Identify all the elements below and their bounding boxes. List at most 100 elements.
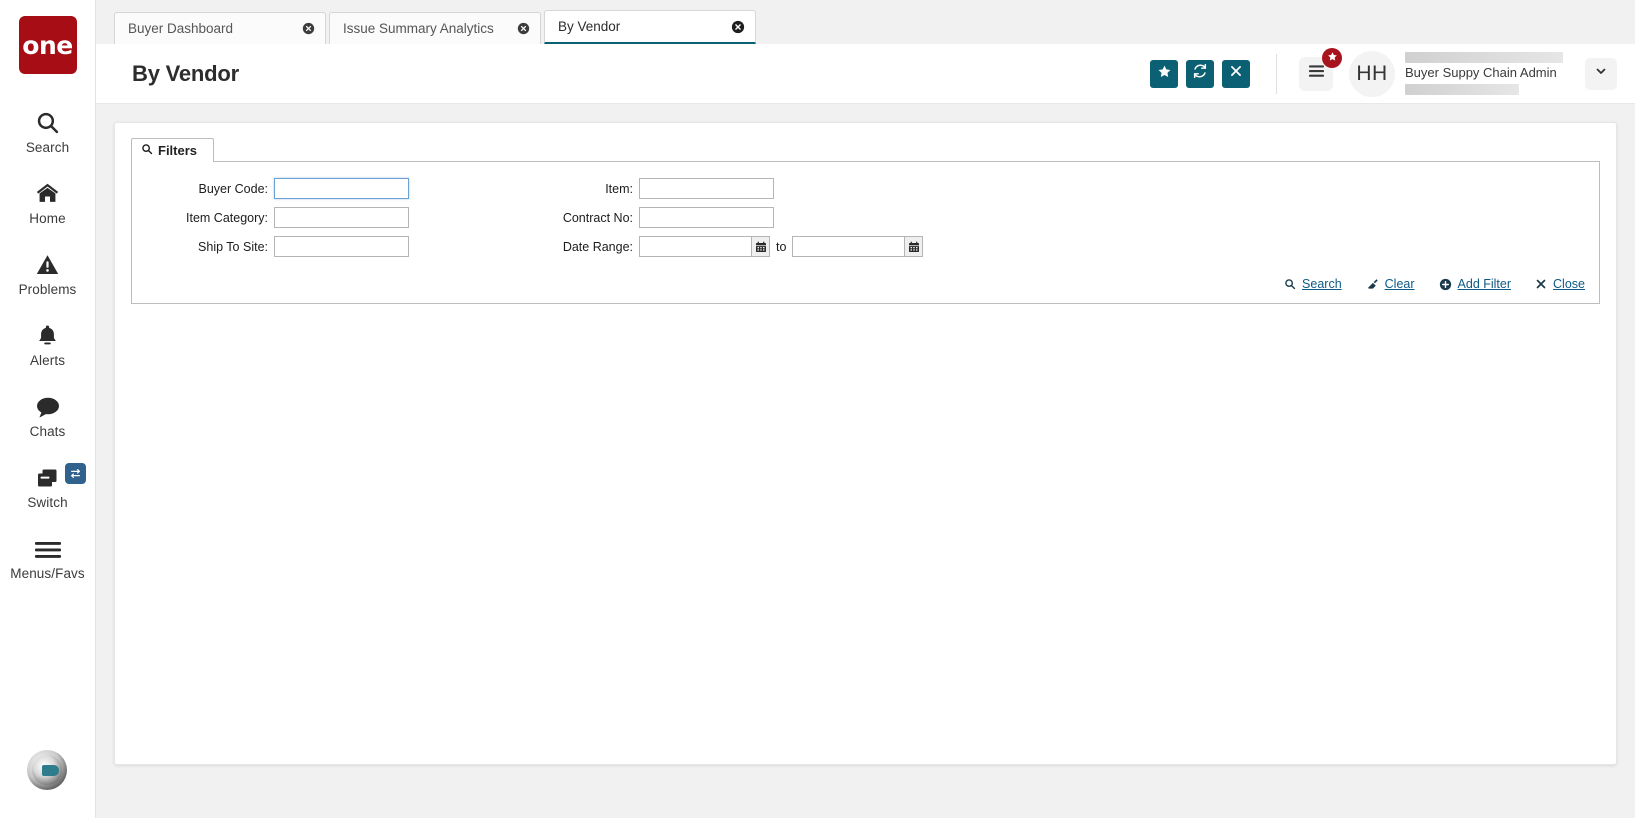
avatar-initials: HH <box>1356 61 1388 85</box>
search-icon <box>1284 278 1296 290</box>
item-input[interactable] <box>639 178 774 199</box>
search-icon <box>141 143 153 158</box>
left-sidebar: one Search Home Problems Alerts Chats Sw… <box>0 0 96 818</box>
close-circle-icon[interactable] <box>731 20 745 34</box>
sidebar-item-label-menus-favs: Menus/Favs <box>10 566 85 581</box>
chevron-down-icon <box>1594 64 1608 83</box>
eraser-icon <box>1366 278 1379 291</box>
close-link-label: Close <box>1553 277 1585 291</box>
windows-stack-icon <box>31 460 65 490</box>
add-filter-link[interactable]: Add Filter <box>1439 277 1512 291</box>
refresh-button[interactable] <box>1186 59 1214 88</box>
filters-column-right: Item: Contract No: Date Range: to <box>524 178 924 257</box>
sidebar-item-alerts[interactable]: Alerts <box>0 307 95 378</box>
tab-filters-label: Filters <box>158 142 198 158</box>
sidebar-item-menus-favs[interactable]: Menus/Favs <box>0 520 95 591</box>
tab-by-vendor[interactable]: By Vendor <box>544 10 756 44</box>
ship-to-site-label: Ship To Site: <box>198 239 268 254</box>
tab-issue-summary-analytics[interactable]: Issue Summary Analytics <box>329 12 541 44</box>
hamburger-icon <box>1308 64 1325 83</box>
buyer-code-label: Buyer Code: <box>198 181 268 196</box>
exchange-arrows-icon[interactable] <box>65 463 86 484</box>
header-divider <box>1276 53 1277 94</box>
bell-icon <box>31 318 65 348</box>
filters-tab-row: Filters <box>131 137 1600 162</box>
filter-row-contract-no: Contract No: <box>524 207 923 228</box>
add-filter-link-label: Add Filter <box>1457 277 1512 291</box>
filter-row-ship-to-site: Ship To Site: <box>144 236 524 257</box>
tab-filters[interactable]: Filters <box>131 138 215 162</box>
favorite-button[interactable] <box>1150 59 1178 88</box>
app-logo-text: one <box>22 30 73 60</box>
item-label: Item: <box>605 181 633 196</box>
clear-link-label: Clear <box>1384 277 1415 291</box>
item-category-input[interactable] <box>274 207 409 228</box>
x-icon <box>1535 278 1547 290</box>
redacted-bar-bottom <box>1405 84 1519 95</box>
page-title: By Vendor <box>132 60 240 86</box>
sidebar-item-switch[interactable]: Switch <box>0 449 95 520</box>
tab-label: By Vendor <box>558 19 621 34</box>
content-card: Filters Buyer Code: Item Category: Ship … <box>114 122 1617 765</box>
sidebar-nav: Search Home Problems Alerts Chats Switch… <box>0 94 95 591</box>
ship-to-site-input[interactable] <box>274 236 409 257</box>
filters-panel: Buyer Code: Item Category: Ship To Site: <box>131 161 1600 304</box>
calendar-icon[interactable] <box>904 236 924 257</box>
star-icon <box>1157 64 1172 84</box>
date-range-from-input[interactable] <box>639 236 751 257</box>
user-role-label: Buyer Suppy Chain Admin <box>1405 65 1557 80</box>
menu-favorite-badge[interactable] <box>1322 47 1342 68</box>
robot-assistant-accent <box>42 764 59 776</box>
sidebar-item-label-chats: Chats <box>29 424 66 439</box>
main-area: Buyer Dashboard Issue Summary Analytics … <box>96 0 1635 818</box>
sidebar-item-label-search: Search <box>25 140 70 155</box>
tab-buyer-dashboard[interactable]: Buyer Dashboard <box>114 12 326 44</box>
filter-row-item-category: Item Category: <box>144 207 524 228</box>
robot-assistant-avatar[interactable] <box>27 750 67 790</box>
tab-label: Issue Summary Analytics <box>343 21 494 36</box>
page-header: By Vendor HH Buyer Suppy Chain Admin <box>96 44 1635 104</box>
tab-strip: Buyer Dashboard Issue Summary Analytics … <box>96 0 1635 44</box>
refresh-icon <box>1192 63 1208 84</box>
filter-row-buyer-code: Buyer Code: <box>144 178 524 199</box>
sidebar-item-search[interactable]: Search <box>0 94 95 165</box>
close-circle-icon[interactable] <box>301 22 315 36</box>
contract-no-input[interactable] <box>639 207 774 228</box>
close-page-button[interactable] <box>1222 59 1250 88</box>
hamburger-icon <box>31 531 65 561</box>
user-menu-dropdown-button[interactable] <box>1585 57 1617 90</box>
calendar-icon[interactable] <box>751 236 770 257</box>
sidebar-item-label-problems: Problems <box>18 282 77 297</box>
search-link-label: Search <box>1302 277 1342 291</box>
item-category-label: Item Category: <box>186 210 268 225</box>
sidebar-item-label-alerts: Alerts <box>29 353 66 368</box>
avatar[interactable]: HH <box>1349 50 1395 97</box>
robot-assistant-inner <box>32 755 62 785</box>
close-link[interactable]: Close <box>1535 277 1585 291</box>
filter-row-item: Item: <box>524 178 923 199</box>
date-range-to-input[interactable] <box>792 236 905 257</box>
tab-label: Buyer Dashboard <box>128 21 234 36</box>
filter-row-date-range: Date Range: to <box>524 236 924 257</box>
buyer-code-input[interactable] <box>274 178 409 199</box>
sidebar-item-home[interactable]: Home <box>0 165 95 236</box>
redacted-bar-top <box>1405 52 1563 63</box>
app-logo[interactable]: one <box>18 16 77 74</box>
chat-bubble-icon <box>31 389 65 419</box>
sidebar-item-label-switch: Switch <box>27 495 68 510</box>
filter-actions: Search Clear Add Filter Close <box>144 277 1587 291</box>
user-info[interactable]: Buyer Suppy Chain Admin <box>1405 50 1563 98</box>
content-wrapper: Filters Buyer Code: Item Category: Ship … <box>96 104 1635 818</box>
x-icon <box>1229 64 1243 83</box>
header-actions: HH Buyer Suppy Chain Admin <box>1142 44 1617 103</box>
close-circle-icon[interactable] <box>516 22 530 36</box>
sidebar-item-chats[interactable]: Chats <box>0 378 95 449</box>
warning-triangle-icon <box>31 247 65 277</box>
sidebar-item-problems[interactable]: Problems <box>0 236 95 307</box>
header-menu-button[interactable] <box>1299 47 1342 91</box>
search-icon <box>31 105 65 135</box>
search-link[interactable]: Search <box>1284 277 1342 291</box>
star-icon <box>1327 49 1338 67</box>
clear-link[interactable]: Clear <box>1366 277 1415 291</box>
home-icon <box>31 176 65 206</box>
